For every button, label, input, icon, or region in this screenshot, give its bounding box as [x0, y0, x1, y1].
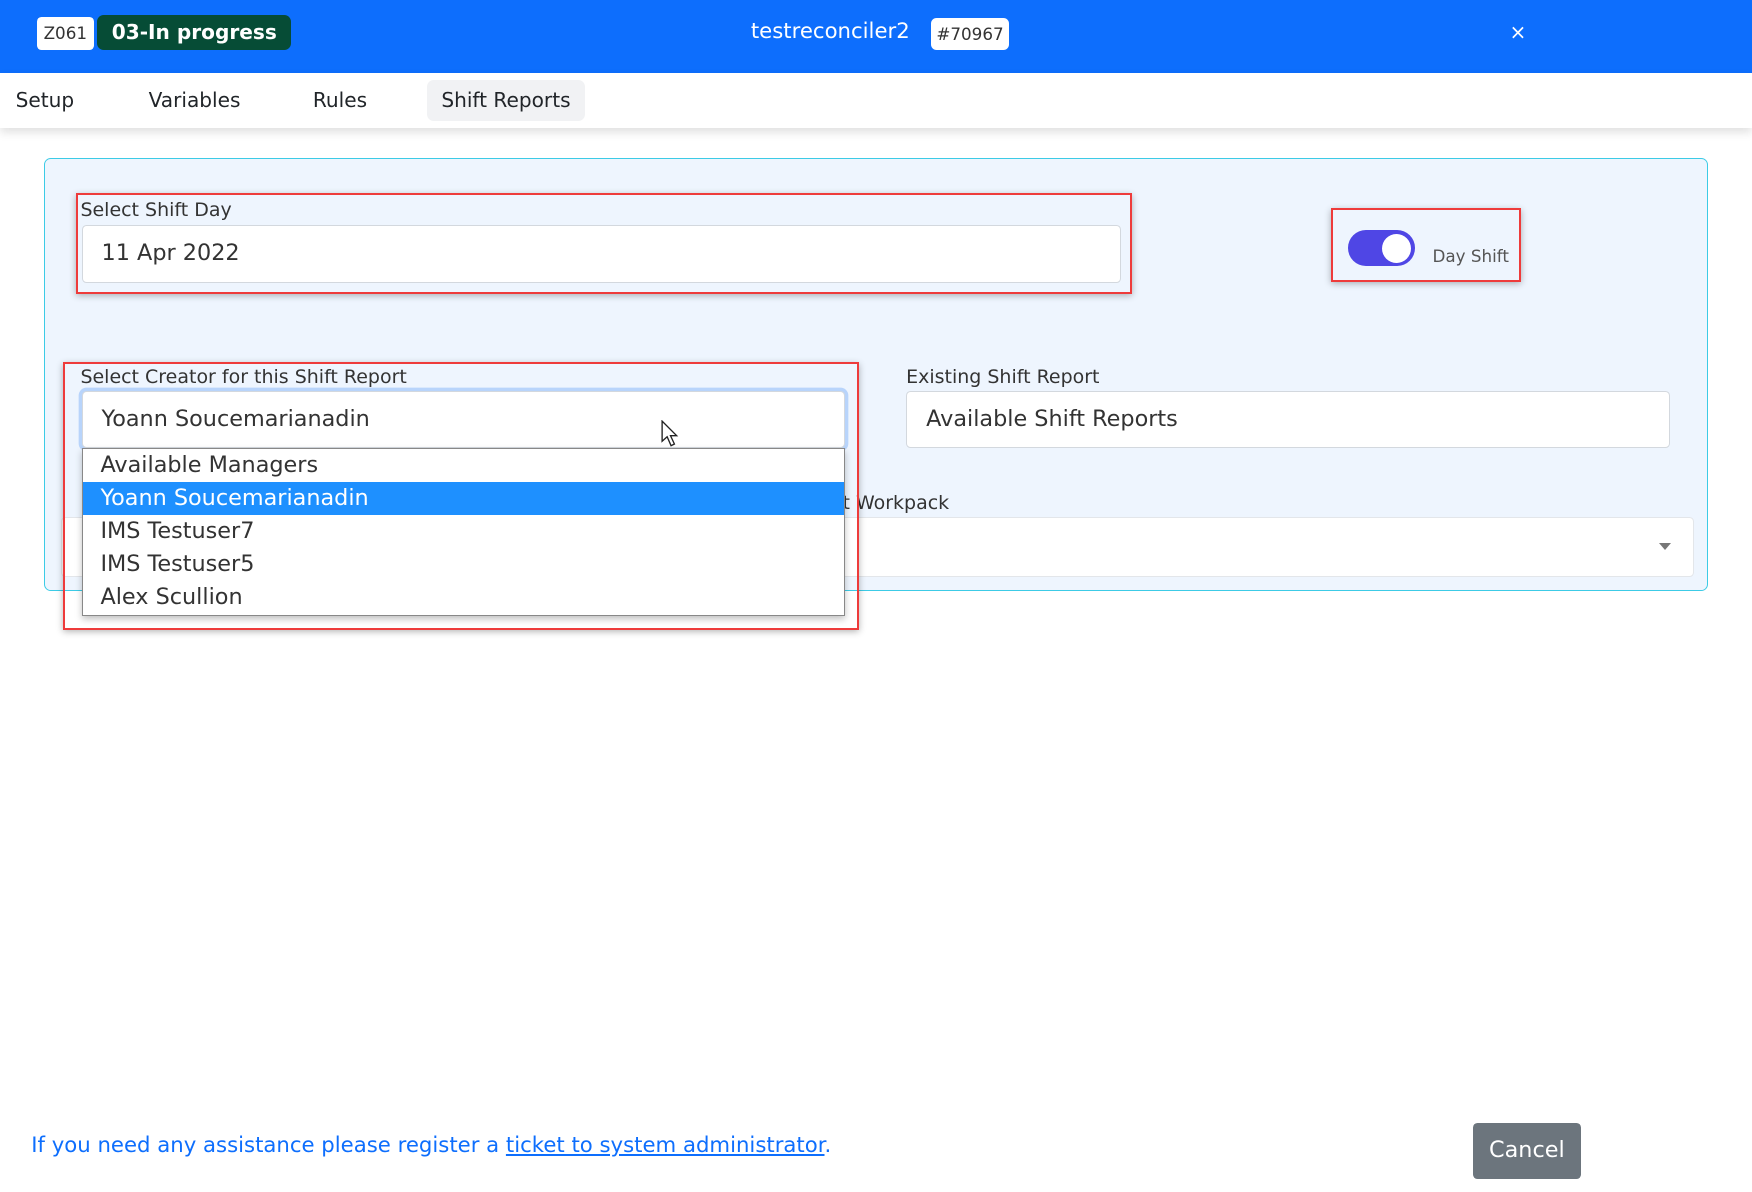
- shift-day-label: Select Shift Day: [80, 198, 232, 221]
- assistance-text: If you need any assistance please regist…: [31, 1133, 831, 1158]
- cancel-button[interactable]: Cancel: [1472, 1122, 1582, 1179]
- tab-bar: Setup Variables Rules Shift Reports: [0, 72, 1752, 129]
- existing-report-label: Existing Shift Report: [906, 366, 1100, 389]
- creator-label: Select Creator for this Shift Report: [80, 366, 407, 389]
- chevron-down-icon: [1658, 542, 1671, 551]
- close-icon[interactable]: ×: [1510, 20, 1527, 44]
- window-title: testreconciler2: [750, 18, 910, 44]
- header-bar: Z061 03-In progress testreconciler2 #709…: [0, 0, 1752, 73]
- creator-option-selected[interactable]: Yoann Soucemarianadin: [82, 482, 844, 515]
- creator-select[interactable]: Yoann Soucemarianadin: [81, 391, 845, 449]
- creator-option[interactable]: Available Managers: [83, 449, 844, 482]
- creator-dropdown: Available Managers Yoann Soucemarianadin…: [81, 448, 845, 616]
- toggle-knob: [1382, 233, 1412, 263]
- assistance-message: If you need any assistance please regist…: [31, 1132, 506, 1158]
- tab-setup[interactable]: Setup: [1, 80, 89, 120]
- mouse-cursor-icon: [661, 420, 679, 447]
- workpack-label: t Workpack: [842, 491, 950, 514]
- creator-option[interactable]: IMS Testuser5: [83, 548, 844, 581]
- day-shift-toggle[interactable]: [1347, 230, 1415, 266]
- status-badge: 03-In progress: [97, 14, 292, 51]
- existing-report-select[interactable]: Available Shift Reports: [906, 391, 1671, 449]
- creator-option[interactable]: IMS Testuser7: [83, 515, 844, 548]
- tab-variables[interactable]: Variables: [134, 80, 255, 120]
- creator-option[interactable]: Alex Scullion: [83, 581, 844, 614]
- assistance-suffix: .: [824, 1132, 832, 1158]
- tab-shift-reports[interactable]: Shift Reports: [426, 80, 586, 121]
- id-badge: #70967: [930, 17, 1010, 51]
- day-shift-label: Day Shift: [1432, 245, 1509, 266]
- code-badge: Z061: [36, 16, 94, 51]
- ticket-link[interactable]: ticket to system administrator: [506, 1133, 825, 1158]
- shift-day-input[interactable]: 11 Apr 2022: [81, 224, 1121, 283]
- tab-rules[interactable]: Rules: [298, 80, 381, 120]
